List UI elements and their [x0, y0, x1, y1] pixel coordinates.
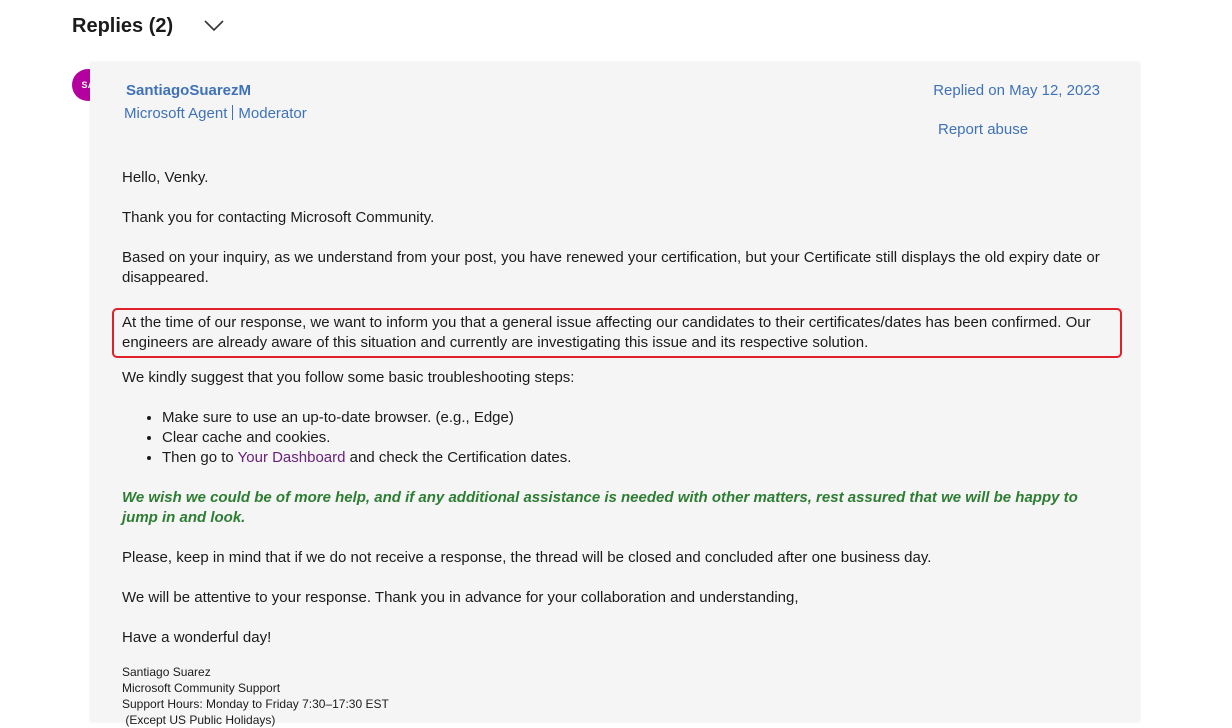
help-note-text: We wish we could be of more help, and if… [122, 489, 1078, 526]
suggest-text: We kindly suggest that you follow some b… [122, 369, 575, 386]
author-roles: Microsoft Agent Moderator [124, 105, 307, 122]
closing-notice-text: Please, keep in mind that if we do not r… [122, 549, 932, 566]
role-microsoft-agent-link[interactable]: Microsoft Agent [124, 105, 227, 122]
replied-date: Replied on May 12, 2023 [933, 82, 1100, 99]
farewell-text: Have a wonderful day! [122, 629, 272, 646]
troubleshooting-list: Make sure to use an up-to-date browser. … [122, 408, 1112, 468]
signature-hours: Support Hours: Monday to Friday 7:30–17:… [122, 697, 389, 711]
signature-holidays: (Except US Public Holidays) [122, 713, 276, 727]
author-name-link[interactable]: SantiagoSuarezM [126, 82, 251, 99]
list-item: Clear cache and cookies. [162, 428, 1112, 448]
reply-card: SantiagoSuarezM Microsoft Agent Moderator… [90, 62, 1140, 727]
attentive-text: We will be attentive to your response. T… [122, 589, 799, 606]
greeting-text: Hello, Venky. [122, 169, 209, 186]
step-3-suffix: and check the Certification dates. [345, 449, 572, 466]
signature-name: Santiago Suarez [122, 665, 211, 679]
replies-count-title: Replies (2) [72, 14, 174, 37]
thanks-text: Thank you for contacting Microsoft Commu… [122, 209, 435, 226]
inquiry-text: Based on your inquiry, as we understand … [122, 249, 1100, 286]
list-item: Make sure to use an up-to-date browser. … [162, 408, 1112, 428]
reply-body: Hello, Venky. Thank you for contacting M… [112, 168, 1122, 728]
issue-highlight-text: At the time of our response, we want to … [112, 308, 1122, 358]
your-dashboard-link[interactable]: Your Dashboard [238, 449, 346, 466]
signature: Santiago Suarez Microsoft Community Supp… [122, 664, 1112, 728]
replies-header: Replies (2) [72, 12, 225, 40]
signature-org: Microsoft Community Support [122, 681, 281, 695]
report-abuse-link[interactable]: Report abuse [938, 121, 1028, 138]
role-moderator-link[interactable]: Moderator [238, 105, 306, 122]
chevron-down-icon[interactable] [203, 15, 225, 37]
step-3-prefix: Then go to [162, 449, 238, 466]
list-item: Then go to Your Dashboard and check the … [162, 448, 1112, 468]
role-divider [232, 105, 234, 120]
